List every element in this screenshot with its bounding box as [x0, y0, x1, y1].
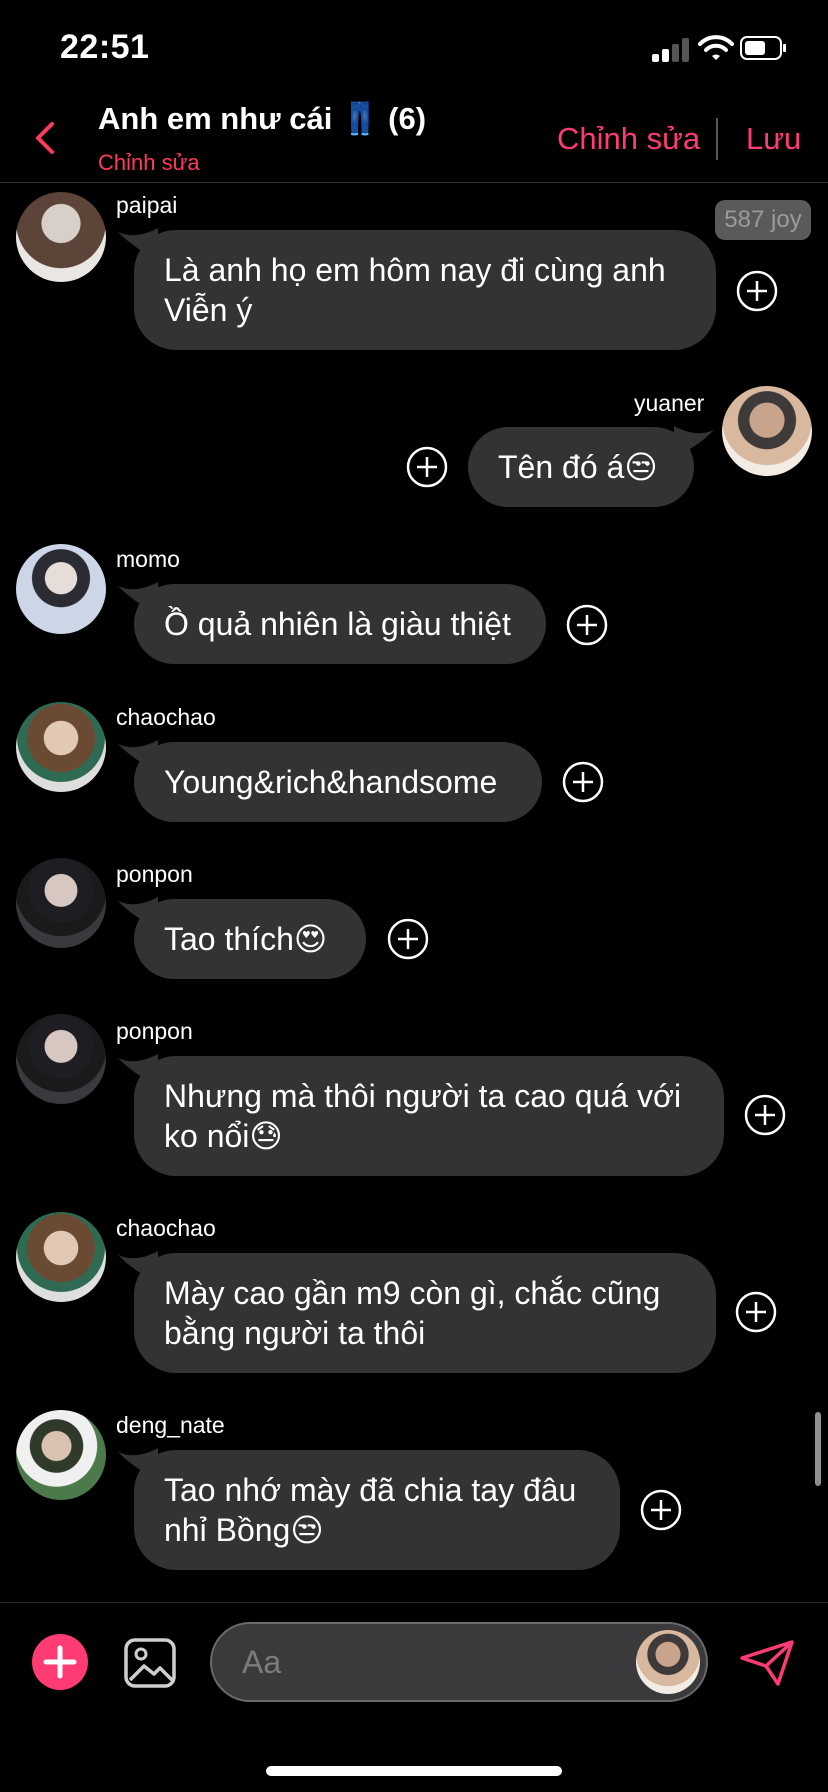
chat-edit-subtitle[interactable]: Chỉnh sửa — [98, 150, 200, 176]
message-bubble[interactable]: Là anh họ em hôm nay đi cùng anh Viễn ý — [134, 230, 716, 350]
message-text: Tên đó á😒 — [498, 449, 658, 485]
message-bubble[interactable]: Nhưng mà thôi người ta cao quá với ko nổ… — [134, 1056, 724, 1176]
sender-name: ponpon — [116, 1018, 193, 1044]
plus-circle-icon[interactable] — [406, 446, 448, 488]
status-time: 22:51 — [60, 28, 150, 66]
message-text: Ồ quả nhiên là giàu thiệt — [164, 606, 511, 642]
sender-name: momo — [116, 546, 180, 572]
chat-title[interactable]: Anh em như cái 👖 (6) — [98, 100, 426, 137]
message-text: Là anh họ em hôm nay đi cùng anh Viễn ý — [164, 252, 666, 328]
avatar[interactable] — [16, 858, 106, 948]
home-indicator[interactable] — [266, 1766, 562, 1776]
message-input[interactable]: Aa — [210, 1622, 708, 1702]
avatar[interactable] — [16, 1014, 106, 1104]
back-chevron-icon[interactable] — [28, 118, 62, 158]
signal-icon — [652, 38, 690, 62]
avatar[interactable] — [722, 386, 812, 476]
sender-name: chaochao — [116, 1215, 216, 1241]
composer-divider — [0, 1602, 828, 1603]
battery-icon — [740, 36, 786, 60]
send-icon[interactable] — [738, 1638, 796, 1688]
wifi-icon — [698, 35, 734, 60]
header-divider — [716, 118, 718, 160]
avatar[interactable] — [16, 544, 106, 634]
plus-circle-icon[interactable] — [744, 1094, 786, 1136]
message-bubble[interactable]: Ồ quả nhiên là giàu thiệt — [134, 584, 546, 664]
add-button[interactable] — [32, 1634, 88, 1690]
message-bubble[interactable]: Tao thích😍 — [134, 899, 366, 979]
avatar[interactable] — [16, 1212, 106, 1302]
message-text: Nhưng mà thôi người ta cao quá với ko nổ… — [164, 1078, 682, 1154]
message-text: Tao thích😍 — [164, 921, 328, 957]
message-bubble[interactable]: Young&rich&handsome — [134, 742, 542, 822]
message-text: Mày cao gần m9 còn gì, chắc cũng bằng ng… — [164, 1275, 661, 1351]
joy-badge: 587 joy — [715, 200, 811, 240]
header-divider-line — [0, 182, 828, 183]
add-icon — [43, 1645, 77, 1679]
edit-button[interactable]: Chỉnh sửa — [557, 121, 700, 157]
message-bubble[interactable]: Mày cao gần m9 còn gì, chắc cũng bằng ng… — [134, 1253, 716, 1373]
sender-name: paipai — [116, 192, 178, 218]
message-bubble[interactable]: Tao nhớ mày đã chia tay đâu nhỉ Bồng😒 — [134, 1450, 620, 1570]
plus-circle-icon[interactable] — [566, 604, 608, 646]
plus-circle-icon[interactable] — [640, 1489, 682, 1531]
message-text: Tao nhớ mày đã chia tay đâu nhỉ Bồng😒 — [164, 1472, 577, 1548]
plus-circle-icon[interactable] — [562, 761, 604, 803]
avatar[interactable] — [16, 702, 106, 792]
image-icon[interactable] — [124, 1638, 176, 1688]
save-button[interactable]: Lưu — [746, 121, 801, 157]
sender-name: chaochao — [116, 704, 216, 730]
sender-name: yuaner — [634, 390, 705, 416]
message-text: Young&rich&handsome — [164, 764, 498, 800]
scrollbar[interactable] — [815, 1412, 821, 1486]
sender-name: deng_nate — [116, 1412, 225, 1438]
plus-circle-icon[interactable] — [735, 1291, 777, 1333]
sender-name: ponpon — [116, 861, 193, 887]
plus-circle-icon[interactable] — [736, 270, 778, 312]
message-input-placeholder: Aa — [242, 1644, 282, 1680]
avatar[interactable] — [16, 1410, 106, 1500]
avatar[interactable] — [16, 192, 106, 282]
message-bubble[interactable]: Tên đó á😒 — [468, 427, 694, 507]
plus-circle-icon[interactable] — [387, 918, 429, 960]
avatar[interactable] — [636, 1630, 700, 1694]
